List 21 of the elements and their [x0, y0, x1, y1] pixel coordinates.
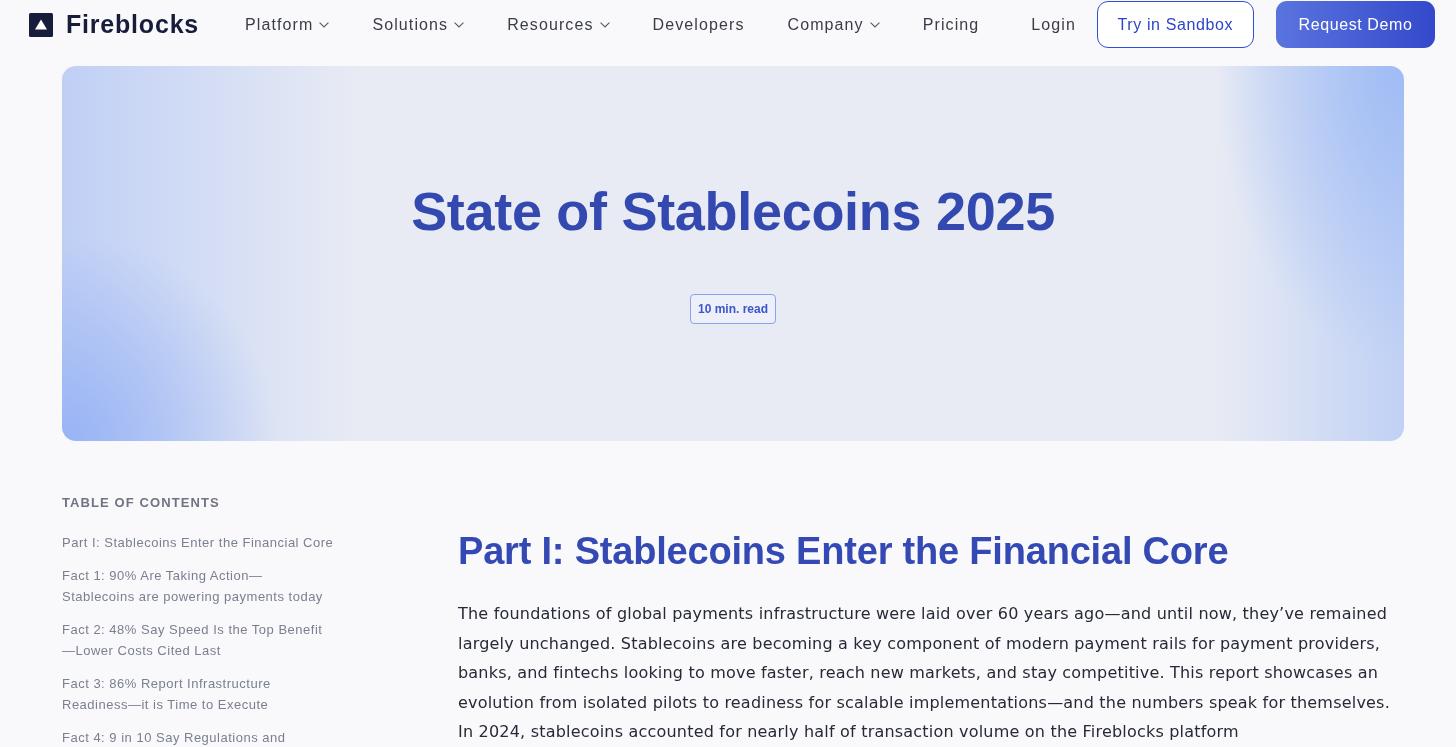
sandbox-button[interactable]: Try in Sandbox	[1096, 1, 1254, 48]
nav-link[interactable]: Resources	[507, 12, 610, 37]
section-heading: Part I: Stablecoins Enter the Financial Core	[458, 529, 1230, 574]
toc-link[interactable]: Fact 3: 86% Report Infrastructure Readiness—it is Time to Execute	[62, 673, 335, 715]
toc-link[interactable]: Fact 2: 48% Say Speed Is the Top Benefit —Lower Costs Cited Last	[62, 619, 335, 661]
body-paragraph: The foundations of global payments infrastructure were laid over 60 years ago—and until now, they’ve remained largely unchanged. Stablecoins are becoming a key component of modern payment rails for payment providers, banks, and fintechs looking to move faster, reach new markets, and stay competitive. This report showcases an evolution from isolated pilots to readiness for scalable implementations—and the numbers speak for themselves. In 2024, stablecoins accounted for nearly half of transaction volume on the Fireblocks platform	[458, 603, 1391, 743]
nav-link[interactable]: Solutions	[372, 12, 465, 37]
toc-link[interactable]: Part I: Stablecoins Enter the Financial Core	[62, 532, 335, 553]
toc-heading: TABLE OF CONTENTS	[62, 495, 221, 511]
page-title: State of Stablecoins 2025	[411, 180, 1055, 243]
nav-link[interactable]: Company	[787, 12, 880, 37]
toc-link[interactable]: Fact 4: 9 in 10 Say Regulations and	[62, 727, 335, 747]
triangle-logo-icon	[29, 12, 53, 37]
nav-link[interactable]: Login	[1031, 12, 1076, 37]
brand-name: Fireblocks	[66, 12, 200, 37]
toc-link[interactable]: Fact 1: 90% Are Taking Action—Stablecoins are powering payments today	[62, 565, 335, 607]
read-time-tag: 10 min. read	[690, 294, 776, 325]
nav-link[interactable]: Developers	[652, 12, 745, 37]
nav-link[interactable]: Platform	[245, 12, 330, 37]
request-demo-button[interactable]: Request Demo	[1276, 1, 1435, 48]
nav-link[interactable]: Pricing	[922, 12, 980, 37]
